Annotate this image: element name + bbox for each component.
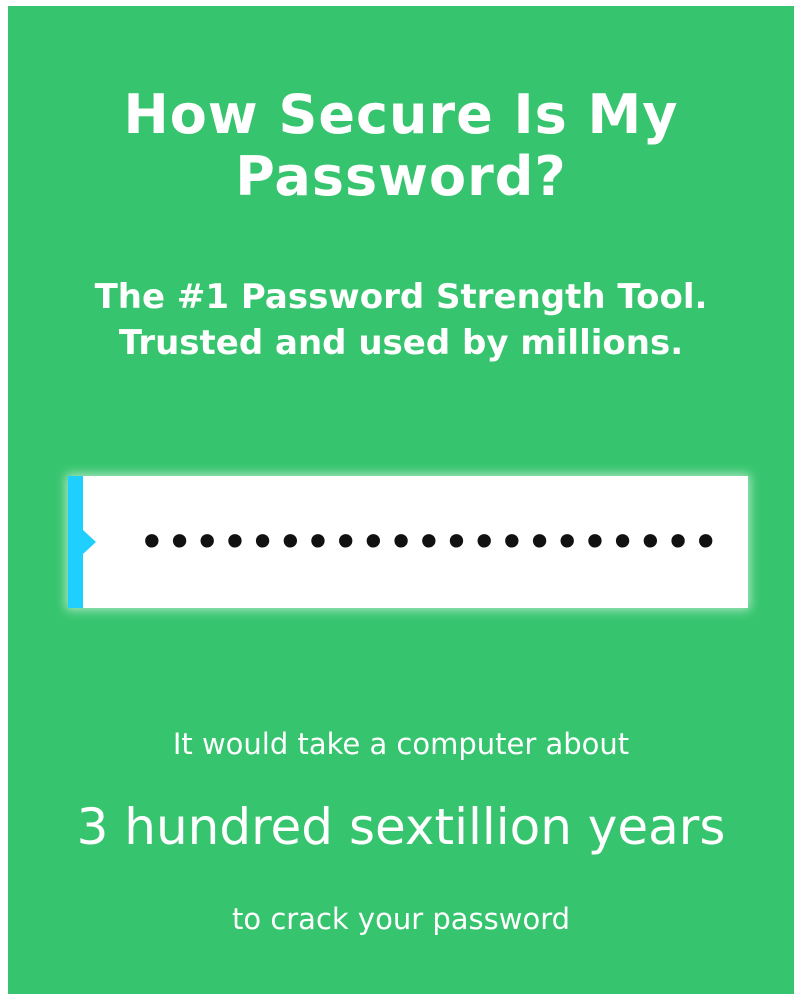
page-subtitle-line-2: Trusted and used by millions. [118, 323, 684, 363]
crack-time-prefix: It would take a computer about [172, 727, 630, 761]
password-input[interactable]: ••••••••••••••••••••• [118, 514, 728, 570]
page-subtitle: The #1 Password Strength Tool. Trusted a… [8, 274, 794, 366]
focus-indicator-arrow-icon [83, 530, 96, 554]
password-field-container: ••••••••••••••••••••• [68, 476, 748, 608]
page-subtitle-line-1: The #1 Password Strength Tool. [94, 277, 708, 317]
focus-indicator-strip [68, 476, 83, 608]
crack-time-value: 3 hundred sextillion years [76, 798, 726, 856]
page-title-line-1: How Secure Is My [123, 83, 679, 146]
page-container: How Secure Is My Password? The #1 Passwo… [8, 6, 794, 994]
crack-time-suffix: to crack your password [231, 902, 571, 936]
page-title: How Secure Is My Password? [8, 84, 794, 208]
page-title-line-2: Password? [235, 145, 567, 208]
password-input-value: ••••••••••••••••••••• [138, 515, 720, 569]
